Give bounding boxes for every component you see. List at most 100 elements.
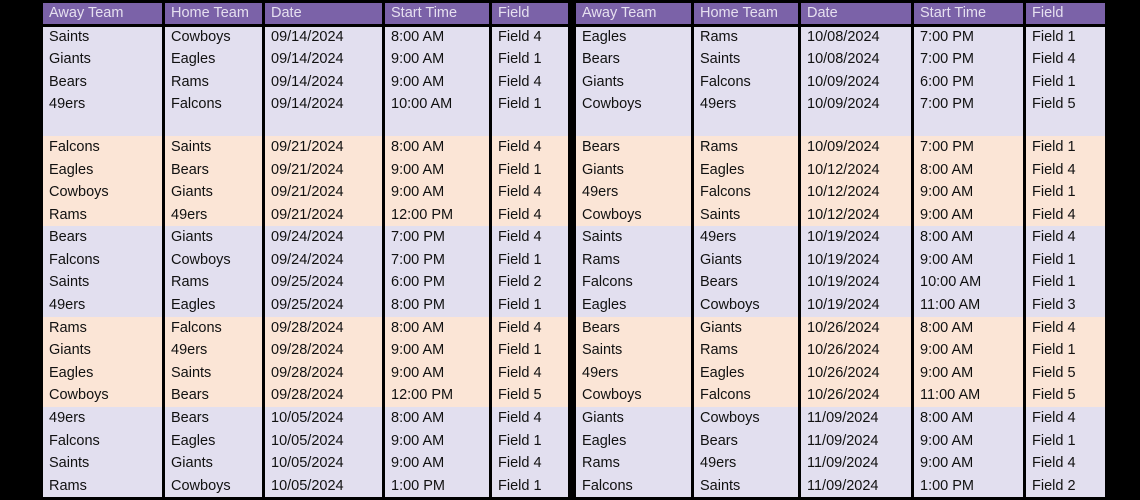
- cell-away-team[interactable]: Falcons: [40, 248, 164, 272]
- table-row[interactable]: Falcons Saints 09/21/2024 8:00 AM Field 4: [40, 135, 571, 159]
- cell-start-time[interactable]: 8:00 AM: [911, 316, 1025, 340]
- cell-field[interactable]: Field 5: [1023, 361, 1108, 385]
- cell-away-team[interactable]: Cowboys: [40, 384, 164, 407]
- cell-home-team[interactable]: 49ers: [162, 339, 264, 362]
- cell-home-team[interactable]: Rams: [691, 25, 800, 49]
- cell-home-team[interactable]: Cowboys: [691, 407, 800, 430]
- cell-date[interactable]: 10/09/2024: [798, 70, 913, 94]
- column-header-home-team[interactable]: Home Team: [691, 0, 800, 27]
- cell-home-team[interactable]: Saints: [691, 474, 800, 498]
- cell-date[interactable]: 09/14/2024: [262, 70, 384, 94]
- cell-home-team[interactable]: Saints: [162, 135, 264, 159]
- cell-away-team[interactable]: 49ers: [573, 361, 693, 385]
- cell-start-time[interactable]: 9:00 AM: [382, 361, 491, 385]
- cell-date[interactable]: 11/09/2024: [798, 407, 913, 430]
- cell-field[interactable]: Field 1: [489, 248, 571, 272]
- cell-field[interactable]: Field 4: [1023, 407, 1108, 430]
- cell-field[interactable]: Field 4: [489, 452, 571, 475]
- cell-start-time[interactable]: 7:00 PM: [911, 25, 1025, 49]
- cell-field[interactable]: Field 4: [489, 135, 571, 159]
- table-row[interactable]: Cowboys Falcons 10/26/2024 11:00 AM Field 5: [573, 384, 1108, 407]
- cell-field[interactable]: Field 4: [489, 70, 571, 94]
- table-row[interactable]: Saints 49ers 10/19/2024 8:00 AM Field 4: [573, 226, 1108, 249]
- cell-home-team[interactable]: Cowboys: [162, 474, 264, 498]
- cell-home-team[interactable]: Falcons: [162, 93, 264, 116]
- cell-date[interactable]: 10/26/2024: [798, 384, 913, 407]
- cell-home-team[interactable]: Giants: [162, 452, 264, 475]
- cell-away-team[interactable]: Bears: [573, 48, 693, 71]
- table-row[interactable]: Saints Rams 10/26/2024 9:00 AM Field 1: [573, 339, 1108, 362]
- cell-start-time[interactable]: 9:00 AM: [382, 158, 491, 182]
- cell-home-team[interactable]: Saints: [162, 361, 264, 385]
- cell-start-time[interactable]: 7:00 PM: [382, 226, 491, 249]
- table-row[interactable]: Rams 49ers 09/21/2024 12:00 PM Field 4: [40, 203, 571, 227]
- cell-start-time[interactable]: 9:00 AM: [382, 70, 491, 94]
- cell-home-team[interactable]: Cowboys: [162, 248, 264, 272]
- table-row[interactable]: Falcons Saints 11/09/2024 1:00 PM Field 2: [573, 474, 1108, 498]
- cell-start-time[interactable]: 11:00 AM: [911, 384, 1025, 407]
- table-row[interactable]: Saints Cowboys 09/14/2024 8:00 AM Field 4: [40, 25, 571, 49]
- cell-field[interactable]: Field 3: [1023, 294, 1108, 317]
- cell-field[interactable]: Field 4: [1023, 226, 1108, 249]
- cell-away-team[interactable]: 49ers: [40, 407, 164, 430]
- cell-away-team[interactable]: Giants: [40, 48, 164, 71]
- cell-away-team[interactable]: Eagles: [573, 429, 693, 453]
- cell-away-team[interactable]: Eagles: [40, 361, 164, 385]
- cell-field[interactable]: Field 2: [489, 271, 571, 295]
- table-row[interactable]: 49ers Falcons 10/12/2024 9:00 AM Field 1: [573, 181, 1108, 204]
- cell-start-time[interactable]: 8:00 AM: [911, 158, 1025, 182]
- cell-field[interactable]: Field 1: [489, 429, 571, 453]
- cell-date[interactable]: 09/21/2024: [262, 135, 384, 159]
- cell-start-time[interactable]: 9:00 AM: [382, 452, 491, 475]
- cell-away-team[interactable]: Falcons: [573, 474, 693, 498]
- table-row[interactable]: Rams Giants 10/19/2024 9:00 AM Field 1: [573, 248, 1108, 272]
- table-row[interactable]: Bears Giants 10/26/2024 8:00 AM Field 4: [573, 316, 1108, 340]
- cell-field[interactable]: Field 1: [1023, 25, 1108, 49]
- cell-away-team[interactable]: Rams: [573, 248, 693, 272]
- table-row[interactable]: Saints Rams 09/25/2024 6:00 PM Field 2: [40, 271, 571, 295]
- table-row[interactable]: 49ers Eagles 09/25/2024 8:00 PM Field 1: [40, 294, 571, 317]
- cell-start-time[interactable]: 12:00 PM: [382, 384, 491, 407]
- cell-field[interactable]: Field 5: [1023, 384, 1108, 407]
- cell-away-team[interactable]: Giants: [573, 407, 693, 430]
- cell-home-team[interactable]: Rams: [691, 135, 800, 159]
- cell-away-team[interactable]: Saints: [40, 271, 164, 295]
- cell-home-team[interactable]: Giants: [691, 248, 800, 272]
- table-row[interactable]: Bears Rams 10/09/2024 7:00 PM Field 1: [573, 135, 1108, 159]
- cell-home-team[interactable]: Eagles: [162, 48, 264, 71]
- cell-away-team[interactable]: 49ers: [573, 181, 693, 204]
- cell-away-team[interactable]: Falcons: [40, 135, 164, 159]
- table-row[interactable]: Eagles Saints 09/28/2024 9:00 AM Field 4: [40, 361, 571, 385]
- cell-home-team[interactable]: Bears: [162, 407, 264, 430]
- cell-start-time[interactable]: 8:00 AM: [382, 135, 491, 159]
- cell-field[interactable]: Field 1: [489, 339, 571, 362]
- cell-date[interactable]: 09/24/2024: [262, 248, 384, 272]
- cell-away-team[interactable]: Falcons: [40, 429, 164, 453]
- cell-start-time[interactable]: 6:00 PM: [382, 271, 491, 295]
- cell-field[interactable]: Field 4: [1023, 158, 1108, 182]
- cell-field[interactable]: Field 4: [489, 226, 571, 249]
- cell-field[interactable]: Field 1: [1023, 135, 1108, 159]
- cell-home-team[interactable]: Eagles: [691, 361, 800, 385]
- cell-home-team[interactable]: Rams: [162, 271, 264, 295]
- cell-field[interactable]: Field 5: [489, 384, 571, 407]
- cell-field[interactable]: Field 2: [1023, 474, 1108, 498]
- cell-start-time[interactable]: 9:00 AM: [911, 339, 1025, 362]
- cell-start-time[interactable]: 7:00 PM: [911, 135, 1025, 159]
- cell-start-time[interactable]: 11:00 AM: [911, 294, 1025, 317]
- cell-away-team[interactable]: Bears: [40, 226, 164, 249]
- cell-date[interactable]: 10/08/2024: [798, 25, 913, 49]
- cell-date[interactable]: 09/14/2024: [262, 25, 384, 49]
- cell-home-team[interactable]: Rams: [691, 339, 800, 362]
- cell-home-team[interactable]: Falcons: [691, 384, 800, 407]
- cell-start-time[interactable]: 9:00 AM: [911, 429, 1025, 453]
- cell-date[interactable]: 11/09/2024: [798, 429, 913, 453]
- cell-away-team[interactable]: Bears: [573, 316, 693, 340]
- column-header-date[interactable]: Date: [798, 0, 913, 27]
- cell-date[interactable]: 09/28/2024: [262, 361, 384, 385]
- cell-away-team[interactable]: Cowboys: [40, 181, 164, 204]
- cell-field[interactable]: Field 1: [489, 474, 571, 498]
- cell-away-team[interactable]: Saints: [40, 25, 164, 49]
- table-row[interactable]: Giants 49ers 09/28/2024 9:00 AM Field 1: [40, 339, 571, 362]
- cell-away-team[interactable]: Eagles: [40, 158, 164, 182]
